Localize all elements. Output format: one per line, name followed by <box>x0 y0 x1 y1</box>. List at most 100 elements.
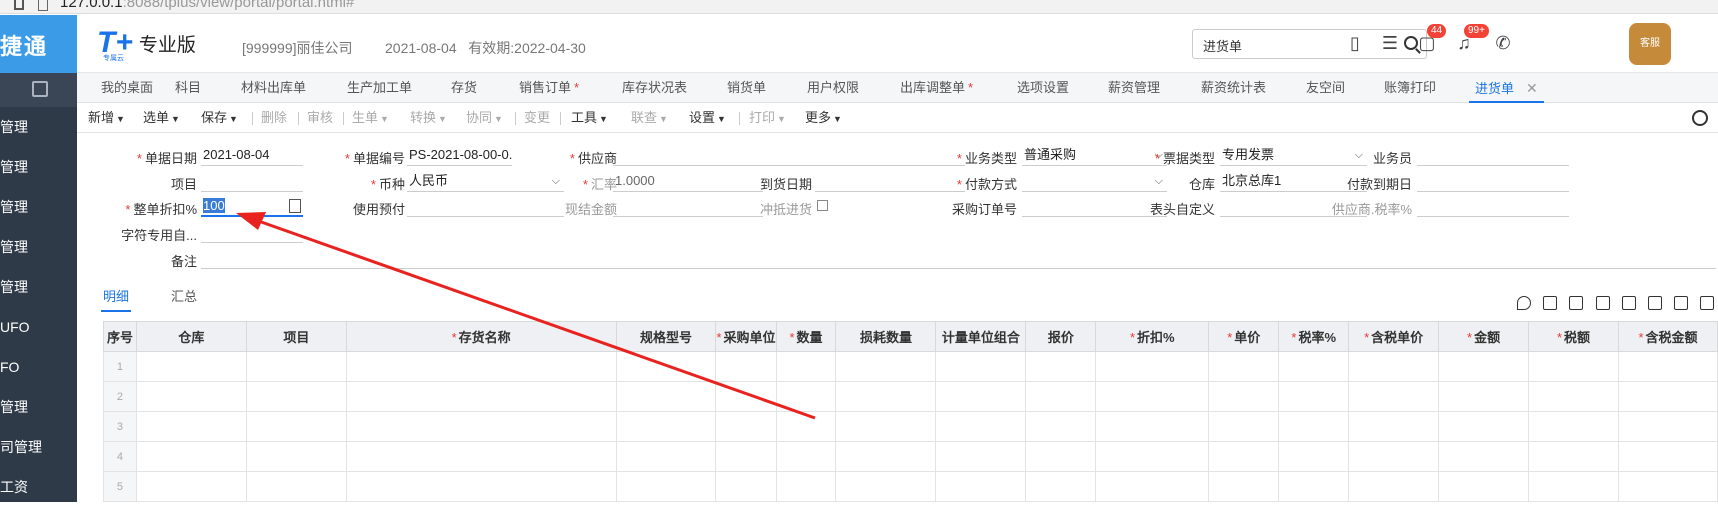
col-header[interactable]: 序号 <box>103 321 137 352</box>
grid-cell[interactable] <box>835 411 937 442</box>
tab-sales-delivery[interactable]: 销货单 <box>727 73 766 103</box>
grid-cell[interactable] <box>245 411 347 442</box>
sidebar-item[interactable]: 工资 <box>0 467 77 507</box>
search-icon[interactable] <box>1404 36 1418 50</box>
grid-cell[interactable] <box>1348 351 1440 382</box>
col-header[interactable]: 报价 <box>1025 321 1097 352</box>
col-header[interactable]: 仓库 <box>135 321 247 352</box>
tab-payroll-stats[interactable]: 薪资统计表 <box>1201 73 1266 103</box>
col-header[interactable]: 损耗数量 <box>835 321 937 352</box>
grid-cell[interactable] <box>245 381 347 412</box>
grid-cell[interactable] <box>1528 351 1619 382</box>
grid-cell[interactable] <box>1617 411 1718 442</box>
grid-cell[interactable] <box>1348 441 1440 472</box>
tab-material-outbound[interactable]: 材料出库单 <box>241 73 306 103</box>
grid-cell[interactable] <box>1025 471 1097 502</box>
grid-cell[interactable] <box>775 471 837 502</box>
grid-cell[interactable] <box>1025 351 1097 382</box>
grid-cell[interactable] <box>715 381 777 412</box>
url-text[interactable]: 127.0.0.1:8088/tplus/view/portal/portal.… <box>60 0 354 11</box>
col-header[interactable]: 项目 <box>245 321 347 352</box>
export-icon[interactable] <box>1674 296 1688 310</box>
grid-cell[interactable] <box>1025 441 1097 472</box>
grid-cell[interactable] <box>835 441 937 472</box>
grid-cell[interactable] <box>1278 411 1350 442</box>
grid-cell[interactable] <box>1438 411 1530 442</box>
col-header[interactable]: * 含税单价 <box>1348 321 1440 352</box>
tab-user-permissions[interactable]: 用户权限 <box>807 73 859 103</box>
table-row[interactable]: 2 <box>103 381 1718 412</box>
columns-icon[interactable] <box>1700 296 1714 310</box>
settings-button[interactable]: 设置 ▼ <box>689 103 726 133</box>
grid-cell[interactable] <box>1208 441 1280 472</box>
grid-cell[interactable] <box>1528 441 1619 472</box>
grid-cell[interactable] <box>1095 471 1210 502</box>
grid-cell[interactable] <box>835 471 937 502</box>
close-icon[interactable]: ✕ <box>1526 80 1538 96</box>
col-header[interactable]: * 折扣% <box>1095 321 1210 352</box>
table-row[interactable]: 3 <box>103 411 1718 442</box>
tab-payroll[interactable]: 薪资管理 <box>1108 73 1160 103</box>
edit-row-icon[interactable] <box>1622 296 1636 310</box>
grid-cell[interactable] <box>1208 411 1280 442</box>
grid-cell[interactable] <box>775 411 837 442</box>
discount-field[interactable]: 100 <box>201 197 303 217</box>
phone-icon[interactable]: ✆ <box>1493 33 1513 53</box>
grid-cell[interactable] <box>1528 381 1619 412</box>
sidebar-item[interactable]: UFO <box>0 307 77 347</box>
tools-button[interactable]: 工具 ▼ <box>571 103 608 133</box>
grid-cell[interactable] <box>1617 441 1718 472</box>
grid-cell[interactable] <box>1208 381 1280 412</box>
grid-cell[interactable] <box>1438 351 1530 382</box>
tab-inventory[interactable]: 存货 <box>451 73 477 103</box>
grid-cell[interactable] <box>615 471 717 502</box>
copy-row-icon[interactable] <box>1543 296 1557 310</box>
grid-cell[interactable] <box>1095 441 1210 472</box>
sidebar-item[interactable]: 管理 <box>0 387 77 427</box>
grid-cell[interactable] <box>1348 411 1440 442</box>
grid-cell[interactable] <box>835 351 937 382</box>
col-header[interactable]: * 金额 <box>1438 321 1530 352</box>
approve-button[interactable]: 审核 <box>307 103 333 133</box>
tab-ledger-print[interactable]: 账簿打印 <box>1384 73 1436 103</box>
location-icon[interactable] <box>1517 296 1531 310</box>
grid-cell[interactable] <box>1025 411 1097 442</box>
doc-date-field[interactable]: 2021-08-04 <box>201 146 303 166</box>
delete-button[interactable]: 删除 <box>261 103 287 133</box>
col-header[interactable]: * 单价 <box>1208 321 1280 352</box>
tab-stock-status[interactable]: 库存状况表 <box>622 73 687 103</box>
paste-row-icon[interactable] <box>1569 296 1583 310</box>
tab-my-desktop[interactable]: 我的桌面 <box>101 73 153 103</box>
grid-cell[interactable] <box>1095 411 1210 442</box>
table-row[interactable]: 5 <box>103 471 1718 502</box>
grid-cell[interactable] <box>245 441 347 472</box>
col-header[interactable]: * 税额 <box>1528 321 1619 352</box>
grid-cell[interactable] <box>1348 381 1440 412</box>
tab-accounts[interactable]: 科目 <box>175 73 201 103</box>
grid-cell[interactable] <box>135 471 247 502</box>
grid-cell[interactable] <box>1438 471 1530 502</box>
task-list-icon[interactable]: ☰ <box>1380 33 1400 53</box>
grid-cell[interactable] <box>615 381 717 412</box>
split-row-icon[interactable] <box>1648 296 1662 310</box>
grid-cell[interactable] <box>775 441 837 472</box>
grid-cell[interactable] <box>615 411 717 442</box>
grid-cell[interactable] <box>345 441 617 472</box>
grid-cell[interactable] <box>715 471 777 502</box>
grid-cell[interactable] <box>1348 471 1440 502</box>
grid-cell[interactable] <box>1278 471 1350 502</box>
convert-button[interactable]: 转换 ▼ <box>410 103 447 133</box>
grid-cell[interactable] <box>715 411 777 442</box>
delete-row-icon[interactable] <box>1596 296 1610 310</box>
save-button[interactable]: 保存 ▼ <box>201 103 238 133</box>
new-button[interactable]: 新增 ▼ <box>88 103 125 133</box>
grid-cell[interactable] <box>1095 351 1210 382</box>
grid-cell[interactable] <box>1278 351 1350 382</box>
tab-production-order[interactable]: 生产加工单 <box>347 73 412 103</box>
collaborate-button[interactable]: 协同 ▼ <box>466 103 503 133</box>
grid-cell[interactable] <box>1025 381 1097 412</box>
grid-cell[interactable] <box>345 351 617 382</box>
grid-cell[interactable] <box>1208 471 1280 502</box>
sidebar-item[interactable]: 管理 <box>0 107 77 147</box>
generate-button[interactable]: 生单 ▼ <box>352 103 389 133</box>
